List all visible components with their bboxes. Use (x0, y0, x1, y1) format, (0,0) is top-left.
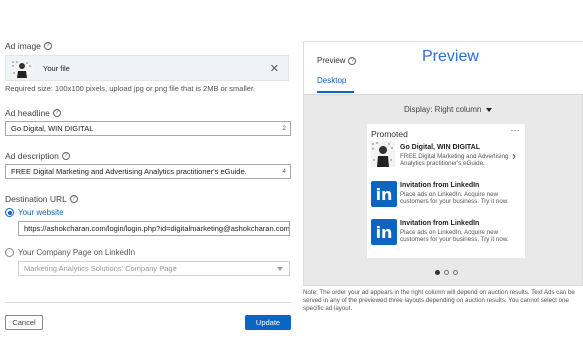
website-option[interactable]: Your website (5, 208, 64, 217)
company-page-radio[interactable] (5, 248, 14, 257)
description-input[interactable]: FREE Digital Marketing and Advertising A… (5, 164, 291, 179)
company-page-option-label: Your Company Page on LinkedIn (18, 248, 136, 257)
display-select[interactable]: Display: Right column (404, 105, 493, 114)
image-size-hint: Required size: 100x100 pixels, upload jp… (5, 84, 256, 93)
description-counter: 4 (282, 168, 286, 175)
ad-thumbnail-icon (371, 141, 395, 167)
carousel-dot[interactable] (453, 270, 458, 275)
cancel-button[interactable]: Cancel (5, 315, 43, 330)
dropdown-caret-icon (277, 267, 283, 271)
more-options-icon[interactable]: ··· (511, 126, 521, 135)
help-icon[interactable]: ? (52, 109, 61, 117)
carousel-dot[interactable] (444, 270, 449, 275)
preview-panel: Preview ? Preview Desktop Display: Right… (303, 41, 583, 286)
ad-text: FREE Digital Marketing and Advertising A… (400, 153, 509, 167)
file-upload-box: Your file ✕ (5, 55, 289, 81)
destination-url-label: Destination URL ? (5, 194, 78, 204)
tab-active-indicator (317, 91, 354, 93)
carousel-dot[interactable] (435, 270, 440, 275)
preview-note: Note: The order your ad appears in the r… (303, 289, 575, 312)
help-icon[interactable]: ? (61, 152, 70, 160)
update-button[interactable]: Update (245, 315, 291, 330)
headline-input[interactable]: Go Digital, WIN DIGITAL 2 (5, 121, 291, 136)
ad-preview-card: Promoted ··· Go Digital, WIN DIGITAL FRE… (367, 124, 525, 258)
ad-text: Place ads on LinkedIn. Acquire new custo… (400, 229, 509, 243)
tab-desktop[interactable]: Desktop (317, 76, 346, 85)
website-option-label: Your website (18, 208, 64, 217)
ad-title: Go Digital, WIN DIGITAL (400, 144, 480, 151)
promoted-label: Promoted (371, 129, 408, 139)
ad-title: Invitation from LinkedIn (400, 220, 480, 227)
help-icon[interactable]: ? (348, 56, 357, 65)
remove-file-icon[interactable]: ✕ (270, 62, 279, 75)
preview-header-divider (304, 94, 583, 95)
description-label: Ad description ? (5, 151, 70, 161)
help-icon[interactable]: ? (43, 42, 52, 50)
dropdown-caret-icon (486, 107, 493, 112)
form-divider (5, 302, 291, 303)
headline-counter: 2 (282, 125, 286, 132)
carousel-dots (435, 270, 458, 275)
preview-header: Preview ? Preview Desktop (304, 42, 583, 95)
ad-title: Invitation from LinkedIn (400, 182, 480, 189)
company-page-select[interactable]: Marketing Analytics Solutions' Company P… (18, 261, 290, 276)
preview-label: Preview ? (317, 56, 357, 65)
help-icon[interactable]: ? (69, 195, 78, 203)
headline-label: Ad headline ? (5, 108, 61, 118)
website-url-input[interactable]: https://ashokcharan.com/login/login.php?… (18, 221, 290, 236)
company-page-option[interactable]: Your Company Page on LinkedIn (5, 248, 135, 257)
linkedin-logo-icon: in (371, 181, 397, 207)
ad-text: Place ads on LinkedIn. Acquire new custo… (400, 191, 509, 205)
chevron-right-icon[interactable]: › (512, 149, 516, 163)
file-name: Your file (43, 64, 70, 73)
ad-image-label: Ad image ? (5, 41, 52, 51)
preview-heading: Preview (422, 48, 479, 65)
file-thumbnail-icon (11, 60, 33, 78)
linkedin-logo-icon: in (371, 219, 397, 245)
website-radio[interactable] (5, 208, 14, 217)
